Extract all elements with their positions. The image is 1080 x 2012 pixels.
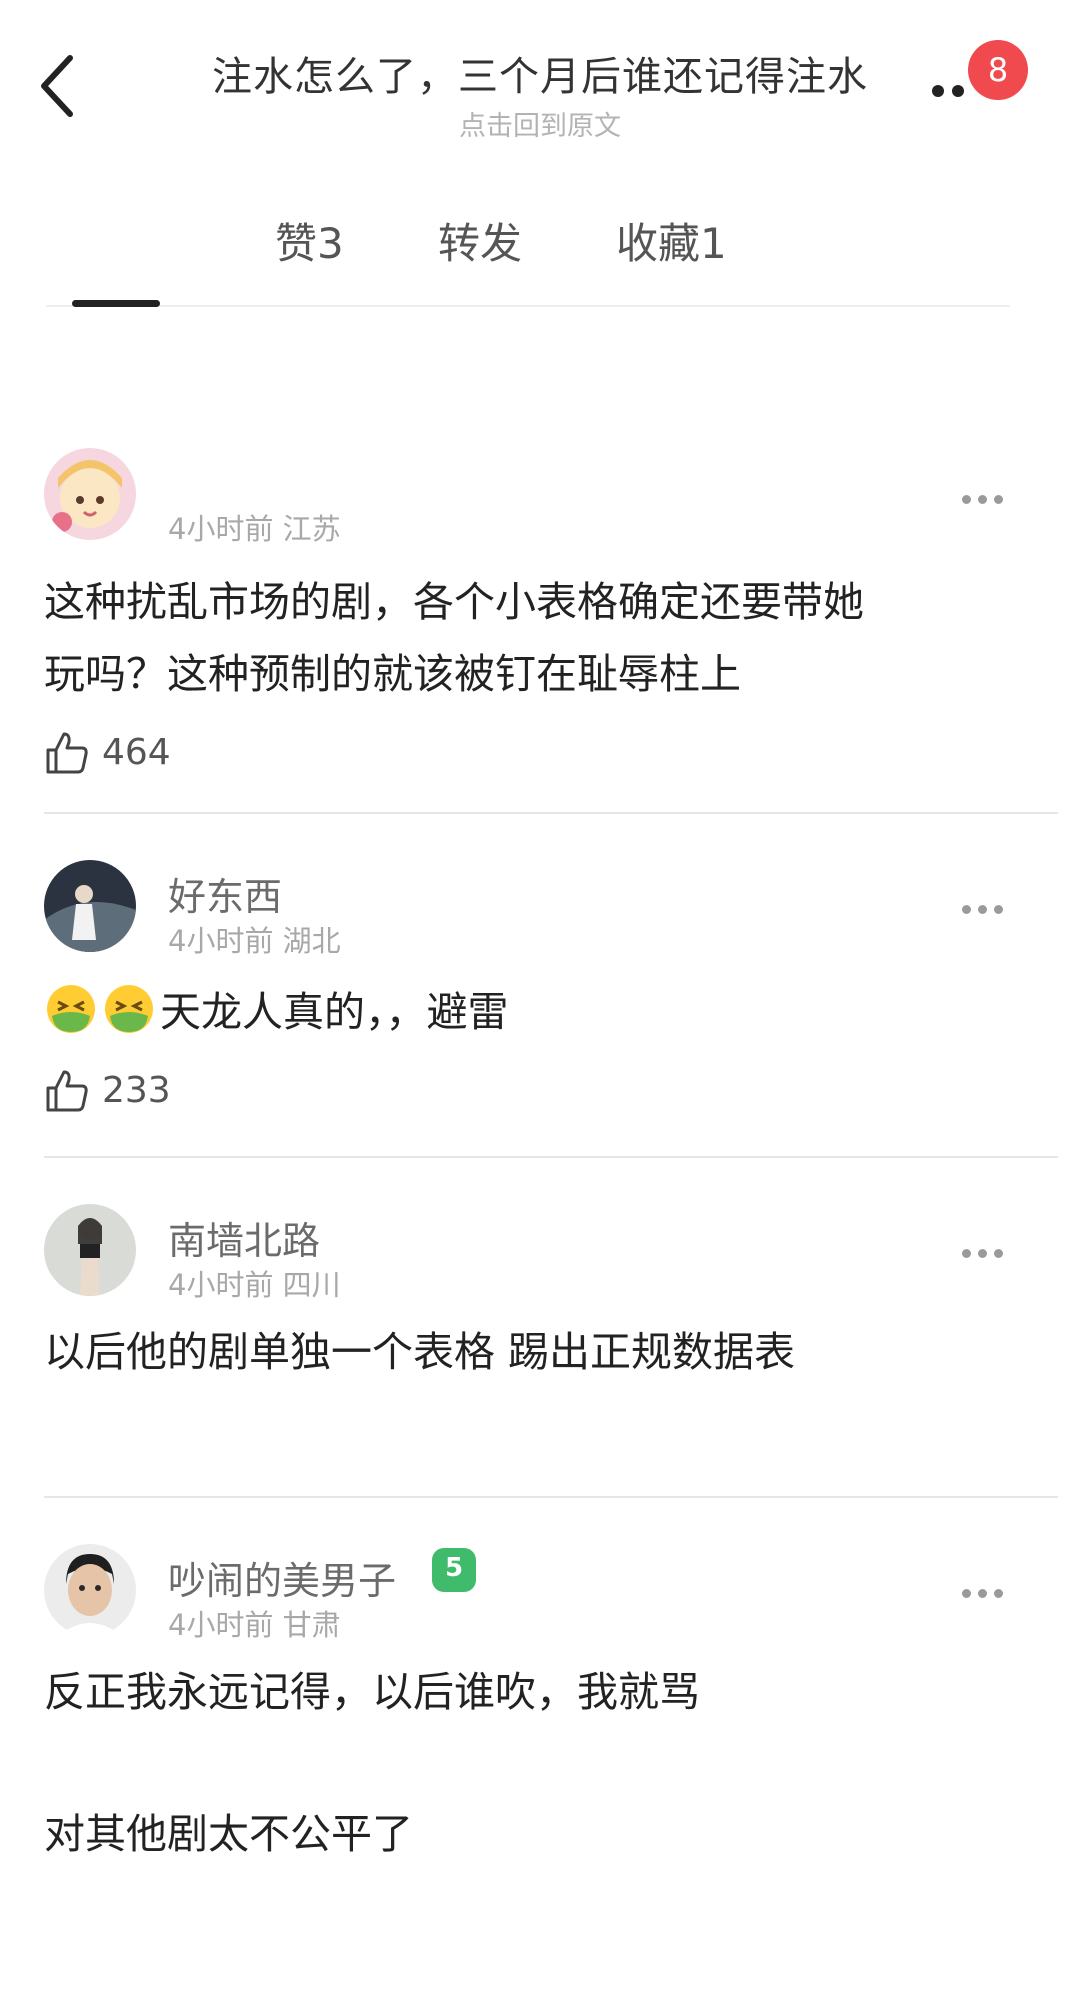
tab-likes[interactable]: 赞3 [275,210,344,271]
comment-item: 好东西 4小时前 湖北 天龙人真的，，避雷 233 [0,860,1080,1180]
comment-text[interactable]: 以后他的剧单独一个表格 踢出正规数据表 [44,1316,1034,1388]
avatar-person-image [44,1204,136,1296]
notification-badge[interactable]: 8 [968,40,1028,100]
tab-bar: 赞3 转发 收藏1 [0,210,1080,310]
comment-text[interactable]: 天龙人真的，，避雷 [44,976,1034,1048]
more-dots-icon [978,495,987,504]
avatar-anime-girl-image [44,448,136,540]
more-dots-icon [994,905,1003,914]
avatar-person-image [44,860,136,952]
comment-text[interactable]: 这种扰乱市场的剧，各个小表格确定还要带她 玩吗？这种预制的就该被钉在耻辱柱上 [44,566,1034,710]
page-title[interactable]: 注水怎么了，三个月后谁还记得注水 [150,44,930,102]
nauseated-face-icon [44,982,98,1036]
back-to-original-link[interactable]: 点击回到原文 [150,104,930,143]
tab-favorites[interactable]: 收藏1 [616,210,727,271]
more-dots-icon [962,495,971,504]
more-dots-icon [962,1589,971,1598]
comment-text-line: 玩吗？这种预制的就该被钉在耻辱柱上 [44,650,741,698]
more-dots-icon [962,905,971,914]
thumbs-up-icon [46,732,88,774]
comment-more-button[interactable] [962,1587,1012,1601]
comment-divider [44,812,1058,814]
avatar[interactable] [44,860,136,952]
top-bar: 注水怎么了，三个月后谁还记得注水 点击回到原文 8 [0,0,1080,150]
more-dots-icon [932,85,944,97]
more-dots-icon [994,1589,1003,1598]
more-dots-icon [952,85,964,97]
username[interactable]: 南墙北路 [168,1210,320,1265]
avatar[interactable] [44,448,136,540]
comment-text-line: 以后他的剧单独一个表格 踢出正规数据表 [44,1328,796,1376]
more-dots-icon [962,1249,971,1258]
comment-more-button[interactable] [962,903,1012,917]
more-dots-icon [978,905,987,914]
like-count: 464 [102,732,171,773]
tab-indicator [72,300,160,307]
comment-text-line: 这种扰乱市场的剧，各个小表格确定还要带她 [44,578,864,626]
tab-reposts[interactable]: 转发 [438,210,522,271]
more-dots-icon [994,495,1003,504]
comment-time-location: 4小时前 江苏 [168,512,341,546]
thumbs-up-icon [46,1070,88,1112]
comment-more-button[interactable] [962,493,1012,507]
tab-divider [46,305,1010,307]
comment-divider [44,1496,1058,1498]
comment-divider [44,1156,1058,1158]
chevron-left-icon [41,55,73,117]
comment-more-button[interactable] [962,1247,1012,1261]
comment-item: 南墙北路 4小时前 四川 以后他的剧单独一个表格 踢出正规数据表 [0,1204,1080,1504]
more-dots-icon [978,1249,987,1258]
comment-time-location: 4小时前 四川 [168,1268,341,1302]
username[interactable]: 好东西 [168,866,282,921]
user-level-badge: 5 [432,1548,476,1592]
more-dots-icon [978,1589,987,1598]
avatar[interactable] [44,1544,136,1636]
comment-text[interactable]: 反正我永远记得，以后谁吹，我就骂 对其他剧太不公平了 [44,1656,1034,1870]
comment-time-location: 4小时前 湖北 [168,924,341,958]
comment-text-line: 天龙人真的，，避雷 [160,988,509,1036]
comment-item: 4小时前 江苏 这种扰乱市场的剧，各个小表格确定还要带她 玩吗？这种预制的就该被… [0,448,1080,828]
comment-item: 吵闹的美男子 5 4小时前 甘肃 反正我永远记得，以后谁吹，我就骂 对其他剧太不… [0,1544,1080,1944]
like-count: 233 [102,1070,171,1111]
comment-text-line: 对其他剧太不公平了 [44,1810,413,1858]
comment-text-line: 反正我永远记得，以后谁吹，我就骂 [44,1668,700,1716]
avatar[interactable] [44,1204,136,1296]
username[interactable]: 吵闹的美男子 [168,1550,396,1605]
back-button[interactable] [30,46,90,126]
avatar-person-image [44,1544,136,1636]
more-dots-icon [994,1249,1003,1258]
comment-time-location: 4小时前 甘肃 [168,1608,341,1642]
nauseated-face-icon [102,982,156,1036]
